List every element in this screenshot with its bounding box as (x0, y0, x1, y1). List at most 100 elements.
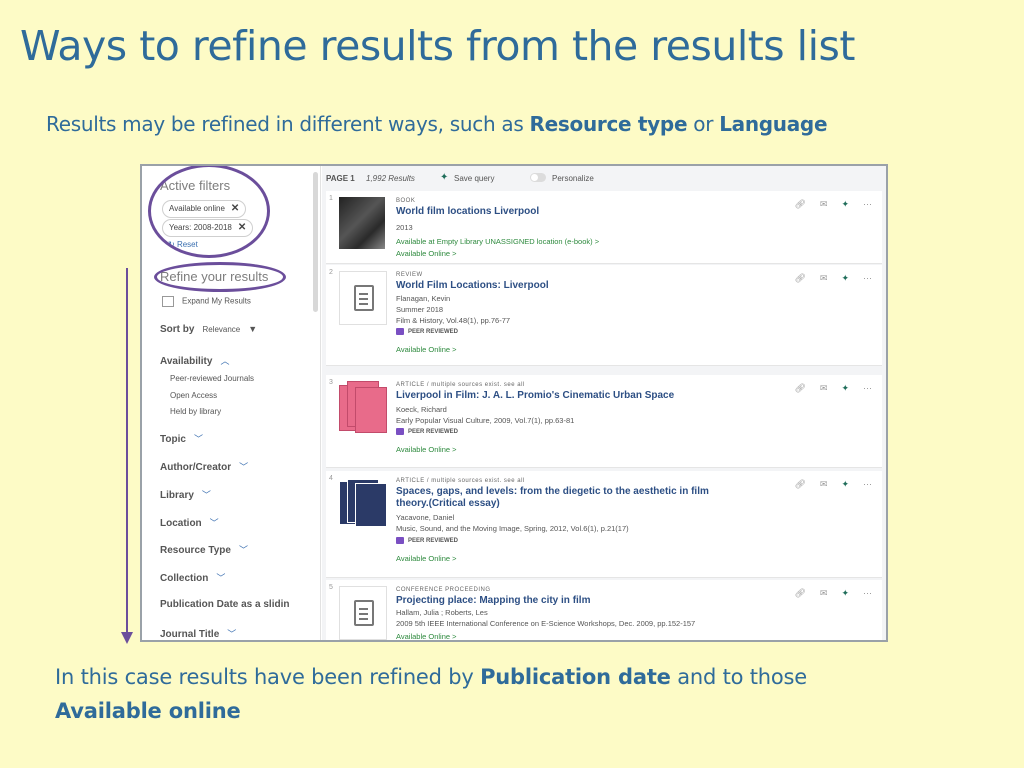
facet-resource-type[interactable]: Resource Type ﹀ (160, 543, 248, 556)
chevron-down-icon: ﹀ (193, 434, 203, 444)
intro-prefix: Results may be refined in different ways… (46, 112, 530, 136)
availability-link[interactable]: Available Online > (396, 249, 457, 258)
result-item[interactable]: 2 REVIEW World Film Locations: Liverpool… (326, 265, 882, 366)
resource-type: BOOK (396, 198, 416, 204)
sidebar-scrollbar[interactable] (313, 172, 318, 312)
highlight-ring-active-filters (148, 166, 270, 258)
pin-icon[interactable]: ✦ (841, 588, 849, 598)
expand-results-checkbox[interactable]: Expand My Results (162, 296, 251, 307)
availability-link[interactable]: Available at Empty Library UNASSIGNED lo… (396, 237, 599, 246)
result-title[interactable]: World Film Locations: Liverpool (396, 280, 726, 292)
footer-available-online: Available online (55, 699, 241, 723)
result-source: Music, Sound, and the Moving Image, Spri… (396, 524, 629, 533)
down-arrow (121, 268, 133, 644)
slide-title: Ways to refine results from the results … (20, 22, 855, 70)
facet-topic[interactable]: Topic ﹀ (160, 432, 203, 445)
intro-language: Language (719, 112, 828, 136)
pin-icon[interactable]: ✦ (841, 383, 849, 393)
result-source: Film & History, Vol.48(1), pp.76-77 (396, 316, 511, 325)
more-icon[interactable]: ⋯ (863, 383, 872, 393)
facet-location[interactable]: Location ﹀ (160, 516, 219, 529)
result-item[interactable]: 1 BOOK World film locations Liverpool 20… (326, 191, 882, 264)
availability-option[interactable]: Peer-reviewed Journals (170, 374, 254, 383)
facet-label: Author/Creator (160, 462, 232, 473)
result-item[interactable]: 3 ARTICLE / multiple sources exist. see … (326, 375, 882, 468)
result-number: 1 (329, 195, 333, 202)
facet-publication-date[interactable]: Publication Date as a slidin (160, 599, 289, 610)
chevron-down-icon: ﹀ (227, 629, 237, 639)
more-icon[interactable]: ⋯ (863, 479, 872, 489)
availability-link[interactable]: Available Online > (396, 632, 457, 640)
chevron-down-icon: ﹀ (239, 462, 249, 472)
result-number: 5 (329, 584, 333, 591)
result-number: 4 (329, 475, 333, 482)
result-author: Hallam, Julia ; Roberts, Les (396, 608, 488, 617)
facet-label: Resource Type (160, 545, 231, 556)
personalize-toggle[interactable] (530, 173, 546, 182)
pin-icon[interactable]: ✦ (841, 199, 849, 209)
availability-link[interactable]: Available Online > (396, 345, 457, 354)
facet-label: Topic (160, 434, 186, 445)
facet-library[interactable]: Library ﹀ (160, 488, 211, 501)
book-cover-thumbnail[interactable] (339, 197, 385, 249)
link-icon[interactable]: 🔗︎ (794, 588, 805, 598)
link-icon[interactable]: 🔗︎ (794, 199, 805, 209)
result-item[interactable]: 5 CONFERENCE PROCEEDING Projecting place… (326, 580, 882, 640)
link-icon[interactable]: 🔗︎ (794, 383, 805, 393)
save-query-button[interactable]: Save query (454, 174, 494, 183)
email-icon[interactable]: ✉ (820, 383, 828, 393)
more-icon[interactable]: ⋯ (863, 588, 872, 598)
caret-down-icon: ▼ (248, 324, 258, 334)
availability-link[interactable]: Available Online > (396, 445, 457, 454)
availability-option[interactable]: Open Access (170, 391, 217, 400)
intro-mid: or (687, 112, 720, 136)
availability-link[interactable]: Available Online > (396, 554, 457, 563)
peer-reviewed-badge: PEER REVIEWED (396, 537, 458, 544)
sort-by[interactable]: Sort by Relevance ▼ (160, 324, 257, 335)
link-icon[interactable]: 🔗︎ (794, 273, 805, 283)
checkbox[interactable] (162, 296, 174, 307)
result-number: 2 (329, 269, 333, 276)
result-actions: 🔗︎ ✉ ✦ ⋯ (780, 588, 872, 599)
facet-label: Availability (160, 356, 213, 367)
availability-option[interactable]: Held by library (170, 407, 221, 416)
filter-sidebar: Active filters Available online ✕ Years: … (142, 166, 321, 640)
email-icon[interactable]: ✉ (820, 199, 828, 209)
pin-icon[interactable]: ✦ (841, 479, 849, 489)
search-results-screenshot: Active filters Available online ✕ Years: … (140, 164, 888, 642)
resource-type: ARTICLE / multiple sources exist. see al… (396, 382, 525, 388)
resource-type: REVIEW (396, 272, 423, 278)
document-thumbnail[interactable] (339, 271, 387, 325)
article-thumbnail[interactable] (339, 381, 387, 433)
link-icon[interactable]: 🔗︎ (794, 479, 805, 489)
result-source: 2009 5th IEEE International Conference o… (396, 619, 696, 628)
footer-text: In this case results have been refined b… (55, 660, 955, 728)
more-icon[interactable]: ⋯ (863, 199, 872, 209)
email-icon[interactable]: ✉ (820, 273, 828, 283)
result-item[interactable]: 4 ARTICLE / multiple sources exist. see … (326, 471, 882, 578)
sort-value[interactable]: Relevance (202, 325, 240, 334)
email-icon[interactable]: ✉ (820, 588, 828, 598)
result-title[interactable]: World film locations Liverpool (396, 206, 726, 218)
pin-icon: ✦ (440, 172, 449, 183)
facet-collection[interactable]: Collection ﹀ (160, 571, 225, 584)
result-author: Koeck, Richard (396, 405, 447, 414)
footer-mid: and to those (670, 665, 807, 689)
more-icon[interactable]: ⋯ (863, 273, 872, 283)
email-icon[interactable]: ✉ (820, 479, 828, 489)
personalize-label: Personalize (552, 174, 594, 183)
page-indicator: PAGE 1 (326, 174, 355, 183)
facet-author[interactable]: Author/Creator ﹀ (160, 460, 248, 473)
result-title[interactable]: Projecting place: Mapping the city in fi… (396, 595, 726, 607)
pin-icon[interactable]: ✦ (841, 273, 849, 283)
article-thumbnail[interactable] (339, 477, 387, 529)
peer-reviewed-badge: PEER REVIEWED (396, 428, 458, 435)
document-thumbnail[interactable] (339, 586, 387, 640)
facet-journal-title[interactable]: Journal Title ﹀ (160, 627, 236, 640)
results-toolbar: PAGE 1 1,992 Results ✦ Save query Person… (322, 166, 886, 190)
result-author: Yacavone, Daniel (396, 513, 455, 522)
result-title[interactable]: Spaces, gaps, and levels: from the diege… (396, 486, 726, 510)
result-title[interactable]: Liverpool in Film: J. A. L. Promio's Cin… (396, 390, 726, 402)
resource-type: ARTICLE / multiple sources exist. see al… (396, 478, 525, 484)
facet-availability[interactable]: Availability ︿ (160, 354, 229, 367)
